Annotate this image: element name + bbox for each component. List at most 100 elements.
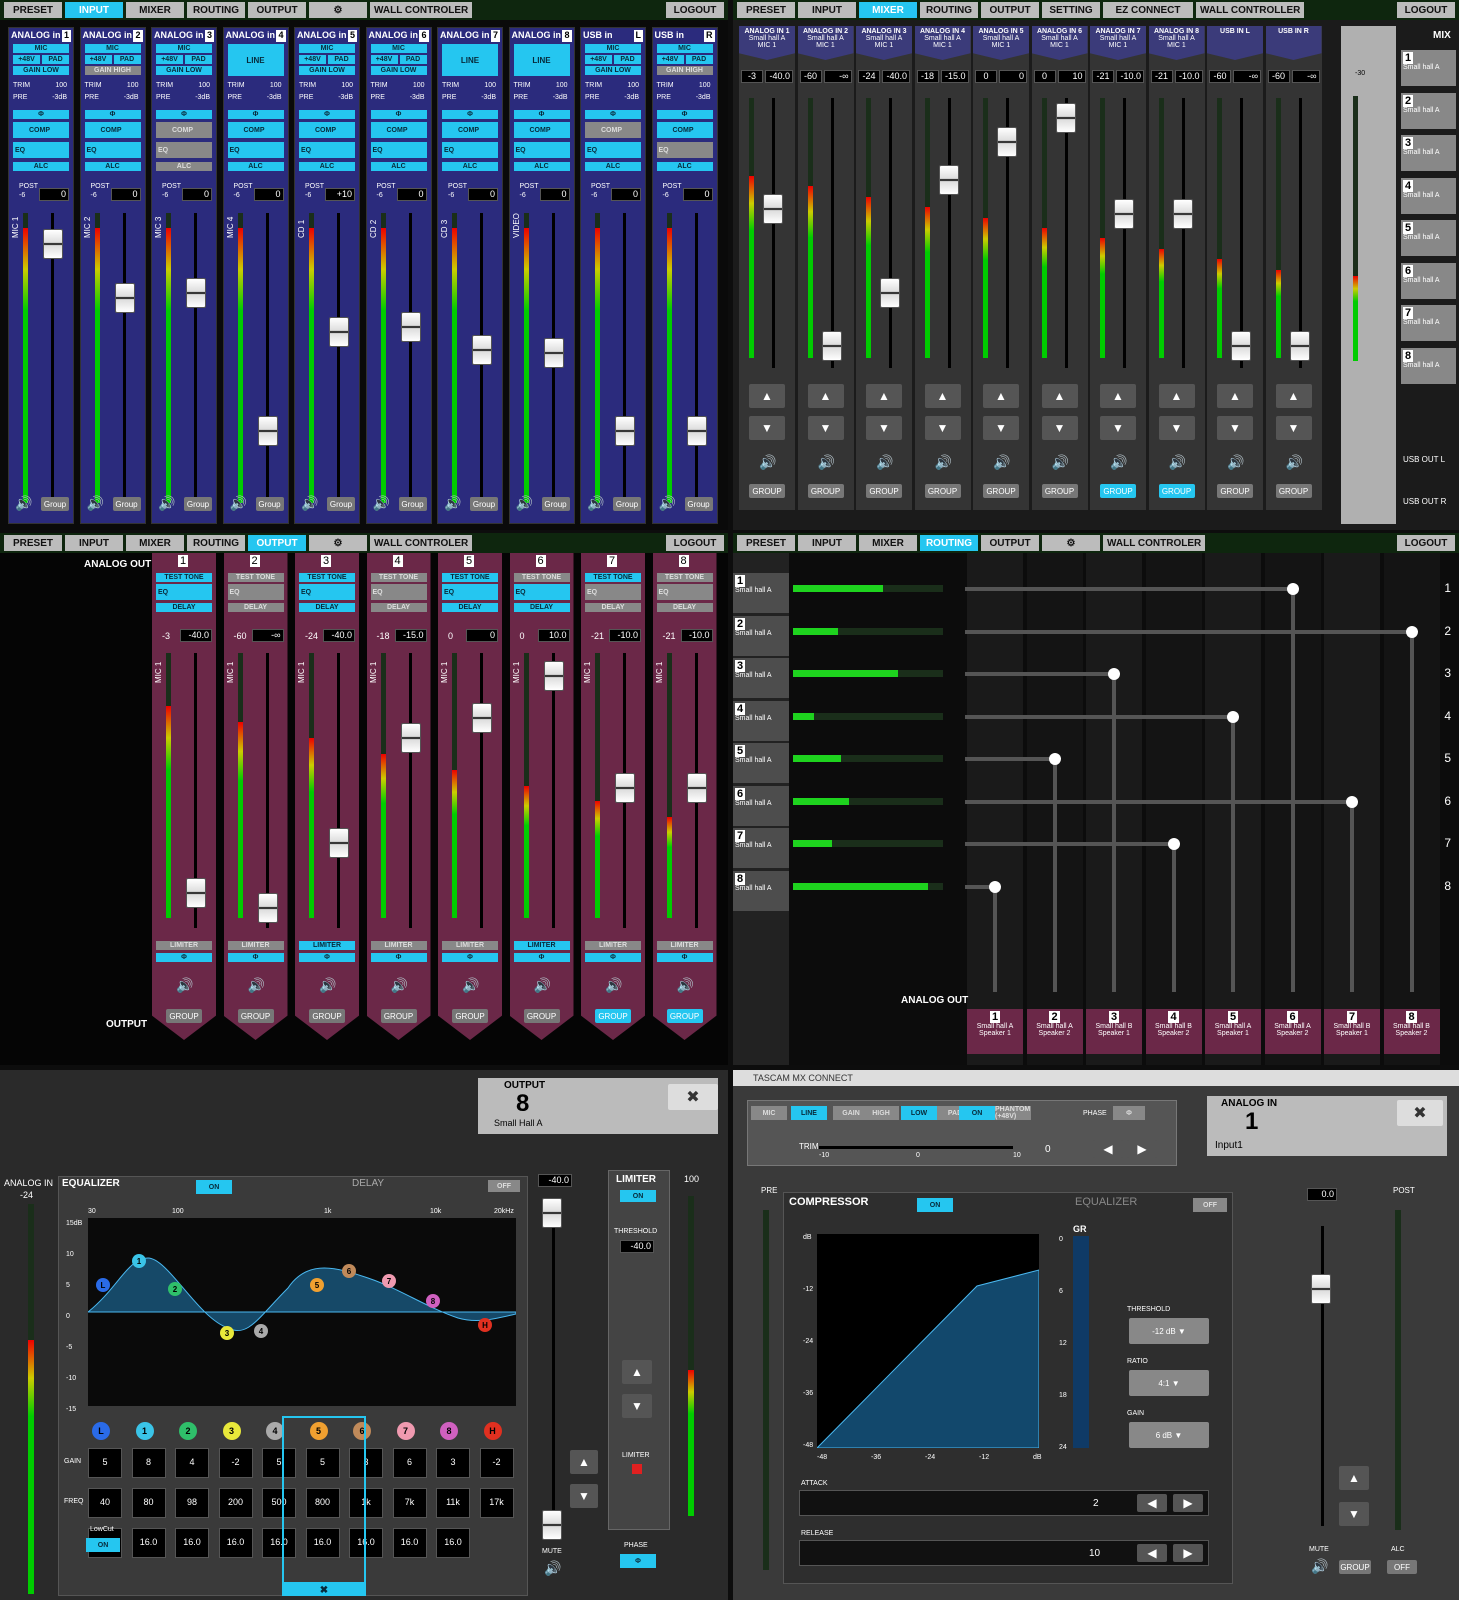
down-button[interactable]: ▼ <box>807 416 844 440</box>
band-gain[interactable]: -2 <box>218 1448 253 1478</box>
group-button[interactable]: GROUP <box>1158 484 1195 498</box>
phase-button[interactable]: Φ <box>84 110 141 119</box>
gain-button[interactable]: GAIN LOW <box>585 66 641 75</box>
eq-button[interactable]: EQ <box>656 142 713 158</box>
up-button[interactable]: ▲ <box>749 384 785 408</box>
up-button[interactable]: ▲ <box>1339 1466 1369 1490</box>
gain-select[interactable]: 6 dB ▼ <box>1129 1422 1209 1448</box>
fader-knob[interactable] <box>763 194 783 224</box>
fader-knob[interactable] <box>1055 102 1076 133</box>
tab-preset[interactable]: PRESET <box>4 535 62 551</box>
test-tone-button[interactable]: TEST TONE <box>370 573 427 582</box>
speaker-icon[interactable]: 🔊 <box>230 495 247 512</box>
group-button[interactable]: GROUP <box>666 1009 703 1023</box>
up-button[interactable]: ▲ <box>1275 384 1312 408</box>
tab-logout[interactable]: LOGOUT <box>666 535 724 551</box>
alc-button[interactable]: ALC <box>13 162 69 171</box>
route-node[interactable] <box>1227 710 1239 723</box>
speaker-icon[interactable]: 🔊 <box>876 454 893 471</box>
gain-button[interactable]: GAIN LOW <box>370 66 427 75</box>
mix-select-7[interactable]: 7 Small hall A <box>1401 305 1456 341</box>
down-button[interactable]: ▼ <box>1217 416 1253 440</box>
test-tone-button[interactable]: TEST TONE <box>299 573 355 582</box>
eq-band-8[interactable]: 8 <box>440 1422 458 1440</box>
eq-band-handle-1[interactable]: 1 <box>132 1254 146 1268</box>
speaker-icon[interactable]: 🔊 <box>87 495 104 512</box>
delay-button[interactable]: DELAY <box>513 603 570 612</box>
input-strip[interactable]: USB in L MIC +48V PAD GAIN LOW TRIM 100 PRE -3dB Φ… <box>580 27 646 524</box>
speaker-icon[interactable]: 🔊 <box>301 495 318 512</box>
limiter-button[interactable]: LIMITER <box>442 941 498 950</box>
band-freq[interactable]: 80 <box>131 1488 166 1518</box>
phantom-button[interactable]: +48V <box>370 55 398 64</box>
group-button[interactable]: GROUP <box>523 1009 560 1023</box>
analog-out-3[interactable]: 3 Small hall B Speaker 1 <box>1086 1009 1142 1054</box>
fader-knob[interactable] <box>257 415 278 446</box>
down-button[interactable]: ▼ <box>1158 416 1195 440</box>
alc-button[interactable]: ALC <box>656 162 713 171</box>
fader-knob[interactable] <box>543 660 564 691</box>
up-button[interactable]: ▲ <box>924 384 961 408</box>
phantom-button[interactable]: +48V <box>299 55 326 64</box>
phase-button[interactable]: Φ <box>442 953 498 962</box>
group-button[interactable]: Group <box>541 497 570 511</box>
comp-button[interactable]: COMP <box>299 122 355 138</box>
usb-out-r[interactable]: USB OUT R <box>1403 497 1446 506</box>
tab-mixer[interactable]: MIXER <box>126 535 184 551</box>
high-button[interactable]: HIGH <box>863 1106 899 1120</box>
speaker-icon[interactable]: 🔊 <box>544 1560 561 1577</box>
down-button[interactable]: ▼ <box>1339 1502 1369 1526</box>
gain-button[interactable]: GAIN LOW <box>156 66 212 75</box>
analog-out-5[interactable]: 5 Small hall A Speaker 1 <box>1205 1009 1261 1054</box>
band-gain[interactable]: 4 <box>175 1448 209 1478</box>
limiter-up-button[interactable]: ▲ <box>622 1360 652 1384</box>
input-strip[interactable]: ANALOG in 6 MIC +48V PAD GAIN LOW TRIM 100 PRE -3… <box>365 27 432 524</box>
speaker-icon[interactable]: 🔊 <box>935 454 952 471</box>
eq-button[interactable]: EQ <box>227 142 284 158</box>
band-q[interactable]: 16.0 <box>175 1528 209 1558</box>
gain-button[interactable]: GAIN LOW <box>13 66 69 75</box>
alc-button[interactable]: ALC <box>299 162 355 171</box>
limiter-button[interactable]: LIMITER <box>656 941 713 950</box>
close-button[interactable]: ✖ <box>1397 1100 1443 1126</box>
band-gain[interactable]: 5 <box>88 1448 122 1478</box>
analog-out-8[interactable]: 8 Small hall B Speaker 2 <box>1383 1009 1440 1054</box>
mix-row-8[interactable]: 8 Small hall A <box>733 870 789 911</box>
line-button[interactable]: LINE <box>791 1106 827 1120</box>
line-button[interactable]: LINE <box>442 44 498 76</box>
tab-preset[interactable]: PRESET <box>4 2 62 18</box>
group-button[interactable]: GROUP <box>924 484 961 498</box>
group-button[interactable]: GROUP <box>1275 484 1312 498</box>
eq-band-handle-L[interactable]: L <box>96 1278 110 1292</box>
fader-knob[interactable] <box>1172 198 1193 229</box>
band-freq[interactable]: 40 <box>88 1488 122 1518</box>
input-strip[interactable]: ANALOG in 4 LINE TRIM 100 PRE -3dB Φ COMP EQ ALC PO… <box>222 27 289 524</box>
down-button[interactable]: ▼ <box>1275 416 1312 440</box>
fader-knob[interactable] <box>329 317 349 347</box>
alc-button[interactable]: ALC <box>442 162 498 171</box>
mix-row-6[interactable]: 6 Small hall A <box>733 785 789 826</box>
test-tone-button[interactable]: TEST TONE <box>585 573 641 582</box>
speaker-icon[interactable]: 🔊 <box>587 495 604 512</box>
test-tone-button[interactable]: TEST TONE <box>656 573 713 582</box>
attack-right-button[interactable]: ▶ <box>1173 1494 1203 1512</box>
eq-band-2[interactable]: 2 <box>179 1422 197 1440</box>
band-gain[interactable]: 8 <box>131 1448 166 1478</box>
down-button[interactable]: ▼ <box>924 416 961 440</box>
comp-button[interactable]: COMP <box>370 122 427 138</box>
group-button[interactable]: GROUP <box>1100 484 1136 498</box>
speaker-icon[interactable]: 🔊 <box>1169 454 1186 471</box>
speaker-icon[interactable]: 🔊 <box>158 495 175 512</box>
tab-routing[interactable]: ROUTING <box>187 2 245 18</box>
mix-row-1[interactable]: 1 Small hall A <box>733 573 789 613</box>
phase-button[interactable]: Φ <box>585 110 641 119</box>
fader-knob[interactable] <box>997 126 1017 157</box>
comp-on-button[interactable]: ON <box>917 1198 953 1212</box>
usb-out-l[interactable]: USB OUT L <box>1403 455 1445 464</box>
input-strip[interactable]: ANALOG in 3 MIC +48V PAD GAIN LOW TRIM 100 PRE -3… <box>151 27 217 524</box>
pad-button[interactable]: PAD <box>185 55 212 64</box>
speaker-icon[interactable]: 🔊 <box>373 495 390 512</box>
eq-band-handle-8[interactable]: 8 <box>426 1294 440 1308</box>
eq-band-L[interactable]: L <box>92 1422 110 1440</box>
limiter-button[interactable]: LIMITER <box>370 941 427 950</box>
